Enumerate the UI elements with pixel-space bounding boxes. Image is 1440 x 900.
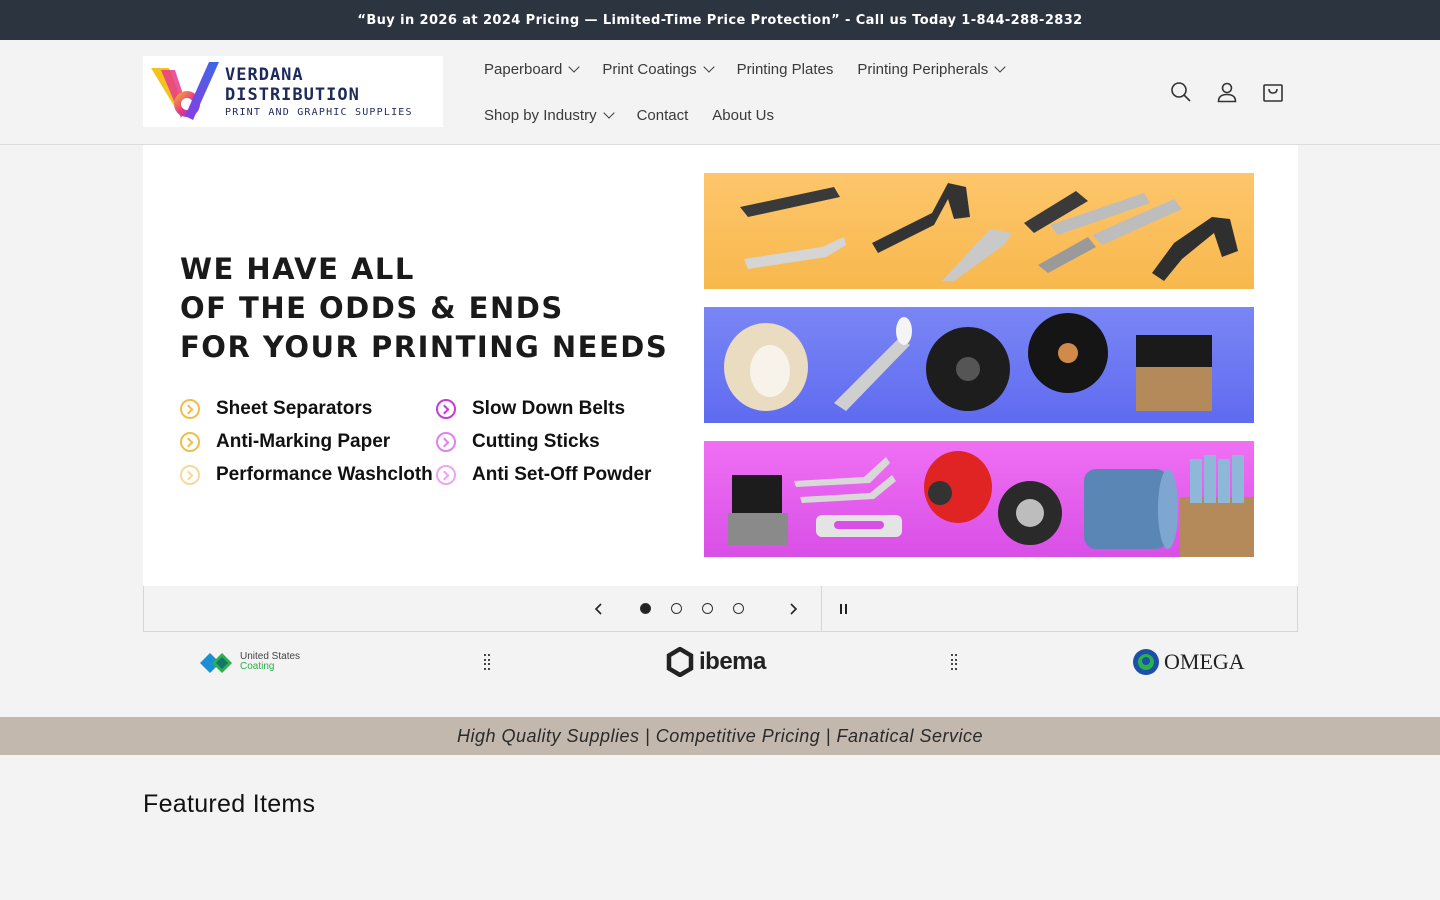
account-button[interactable] bbox=[1210, 70, 1244, 114]
chevron-circle-icon bbox=[436, 432, 456, 452]
chevron-right-icon bbox=[790, 603, 798, 615]
united-states-coating-logo-icon bbox=[200, 653, 232, 673]
nav-item-label: Paperboard bbox=[484, 60, 563, 78]
nav-item-print-coatings[interactable]: Print Coatings bbox=[590, 61, 724, 78]
hero-list-label: Performance Washcloth bbox=[216, 464, 433, 485]
peripherals-image bbox=[728, 451, 1254, 557]
header-icons bbox=[1164, 70, 1290, 114]
brand-logo-united-states-coating[interactable]: United States Coating bbox=[198, 638, 300, 686]
tagline-banner: High Quality Supplies | Competitive Pric… bbox=[0, 717, 1440, 755]
ibema-logo-icon bbox=[666, 647, 694, 677]
slide-dot-2[interactable] bbox=[671, 603, 682, 614]
brand-logo-ibema[interactable]: ibema bbox=[665, 638, 766, 686]
hero-headline: WE HAVE ALL OF THE ODDS & ENDS FOR YOUR … bbox=[180, 250, 668, 367]
slide-dot-1[interactable] bbox=[640, 603, 651, 614]
drag-handle-icon[interactable] bbox=[484, 654, 490, 670]
nav-item-label: Contact bbox=[636, 106, 689, 124]
hero-headline-line: FOR YOUR PRINTING NEEDS bbox=[180, 330, 669, 364]
chevron-circle-icon bbox=[180, 399, 200, 419]
main-nav: Paperboard Print Coatings Printing Plate… bbox=[472, 46, 1092, 138]
nav-item-label: Shop by Industry bbox=[484, 106, 597, 124]
slide-prev-button[interactable] bbox=[589, 599, 609, 619]
chevron-circle-icon bbox=[436, 399, 456, 419]
hero-list-label: Anti Set-Off Powder bbox=[472, 464, 652, 485]
product-panel-peripherals bbox=[704, 441, 1254, 557]
cart-icon bbox=[1263, 84, 1283, 102]
hero-headline-line: OF THE ODDS & ENDS bbox=[180, 291, 564, 325]
slide-dot-4[interactable] bbox=[733, 603, 744, 614]
nav-row-1: Paperboard Print Coatings Printing Plate… bbox=[472, 46, 1092, 92]
nav-item-label: Printing Peripherals bbox=[857, 60, 989, 78]
product-panel-separators bbox=[704, 173, 1254, 289]
omega-logo-icon bbox=[1133, 649, 1159, 675]
slide-dots bbox=[640, 603, 744, 614]
hero-list-label: Anti-Marking Paper bbox=[216, 431, 391, 452]
hero-list-label: Slow Down Belts bbox=[472, 398, 626, 419]
slide-dot-3[interactable] bbox=[702, 603, 713, 614]
brand-logo-omega[interactable]: OMEGA bbox=[1132, 638, 1245, 686]
logo-name: VERDANA DISTRIBUTION bbox=[225, 65, 360, 105]
site-logo[interactable]: VERDANA DISTRIBUTION PRINT AND GRAPHIC S… bbox=[143, 56, 443, 127]
brand-label: OMEGA bbox=[1164, 649, 1245, 674]
hero-list-item: Cutting Sticks bbox=[436, 430, 676, 454]
tagline-text: High Quality Supplies | Competitive Pric… bbox=[456, 725, 984, 746]
brushes-image bbox=[724, 313, 1212, 411]
brand-line2: Coating bbox=[240, 661, 275, 672]
featured-items-heading: Featured Items bbox=[143, 790, 316, 818]
chevron-down-icon bbox=[994, 61, 1006, 73]
account-icon bbox=[1217, 82, 1237, 103]
chevron-circle-icon bbox=[180, 465, 200, 485]
hero-list-item: Anti Set-Off Powder bbox=[436, 463, 676, 487]
nav-item-printing-plates[interactable]: Printing Plates bbox=[725, 61, 846, 78]
hero-list-item: Sheet Separators bbox=[180, 397, 436, 421]
brand-label: ibema bbox=[699, 648, 766, 675]
nav-item-shop-by-industry[interactable]: Shop by Industry bbox=[472, 107, 625, 124]
chevron-down-icon bbox=[602, 107, 615, 119]
announcement-text: “Buy in 2026 at 2024 Pricing — Limited-T… bbox=[357, 12, 1083, 28]
nav-item-label: About Us bbox=[712, 106, 774, 124]
logo-mark-icon bbox=[143, 56, 223, 127]
pause-button[interactable] bbox=[840, 602, 852, 616]
nav-item-printing-peripherals[interactable]: Printing Peripherals bbox=[845, 61, 1016, 78]
chevron-circle-icon bbox=[180, 432, 200, 452]
hero-slide: WE HAVE ALL OF THE ODDS & ENDS FOR YOUR … bbox=[143, 145, 1298, 586]
announcement-bar: “Buy in 2026 at 2024 Pricing — Limited-T… bbox=[0, 0, 1440, 40]
search-icon bbox=[1171, 82, 1191, 102]
nav-item-about-us[interactable]: About Us bbox=[700, 107, 786, 124]
hero-headline-line: WE HAVE ALL bbox=[180, 252, 415, 286]
drag-handle-icon[interactable] bbox=[951, 654, 957, 670]
slide-next-button[interactable] bbox=[783, 599, 803, 619]
hero-list-label: Sheet Separators bbox=[216, 398, 373, 419]
nav-item-paperboard[interactable]: Paperboard bbox=[472, 61, 590, 78]
site-header: VERDANA DISTRIBUTION PRINT AND GRAPHIC S… bbox=[0, 40, 1440, 145]
chevron-down-icon bbox=[568, 61, 581, 73]
chevron-left-icon bbox=[594, 603, 602, 615]
chevron-down-icon bbox=[702, 61, 715, 73]
controls-divider bbox=[821, 586, 822, 632]
hero-product-list: Sheet Separators Slow Down Belts Anti-Ma… bbox=[180, 397, 680, 487]
pause-icon-bar bbox=[845, 604, 847, 614]
chevron-circle-icon bbox=[436, 465, 456, 485]
nav-item-label: Printing Plates bbox=[736, 60, 834, 78]
hero-list-item: Slow Down Belts bbox=[436, 397, 676, 421]
nav-item-label: Print Coatings bbox=[602, 60, 697, 78]
cart-button[interactable] bbox=[1256, 70, 1290, 114]
pause-icon bbox=[840, 604, 842, 614]
search-button[interactable] bbox=[1164, 70, 1198, 114]
hero-list-item: Performance Washcloth bbox=[180, 463, 436, 487]
hero-list-label: Cutting Sticks bbox=[472, 431, 600, 452]
hero-list-item: Anti-Marking Paper bbox=[180, 430, 436, 454]
slider-controls bbox=[143, 586, 1298, 632]
sheet-separators-image bbox=[740, 183, 1238, 281]
product-panel-brushes bbox=[704, 307, 1254, 423]
logo-tagline: PRINT AND GRAPHIC SUPPLIES bbox=[225, 107, 413, 118]
brand-logo-strip: United States Coating ibema OMEGA bbox=[143, 638, 1298, 686]
nav-item-contact[interactable]: Contact bbox=[625, 107, 701, 124]
nav-row-2: Shop by Industry Contact About Us bbox=[472, 92, 1092, 138]
